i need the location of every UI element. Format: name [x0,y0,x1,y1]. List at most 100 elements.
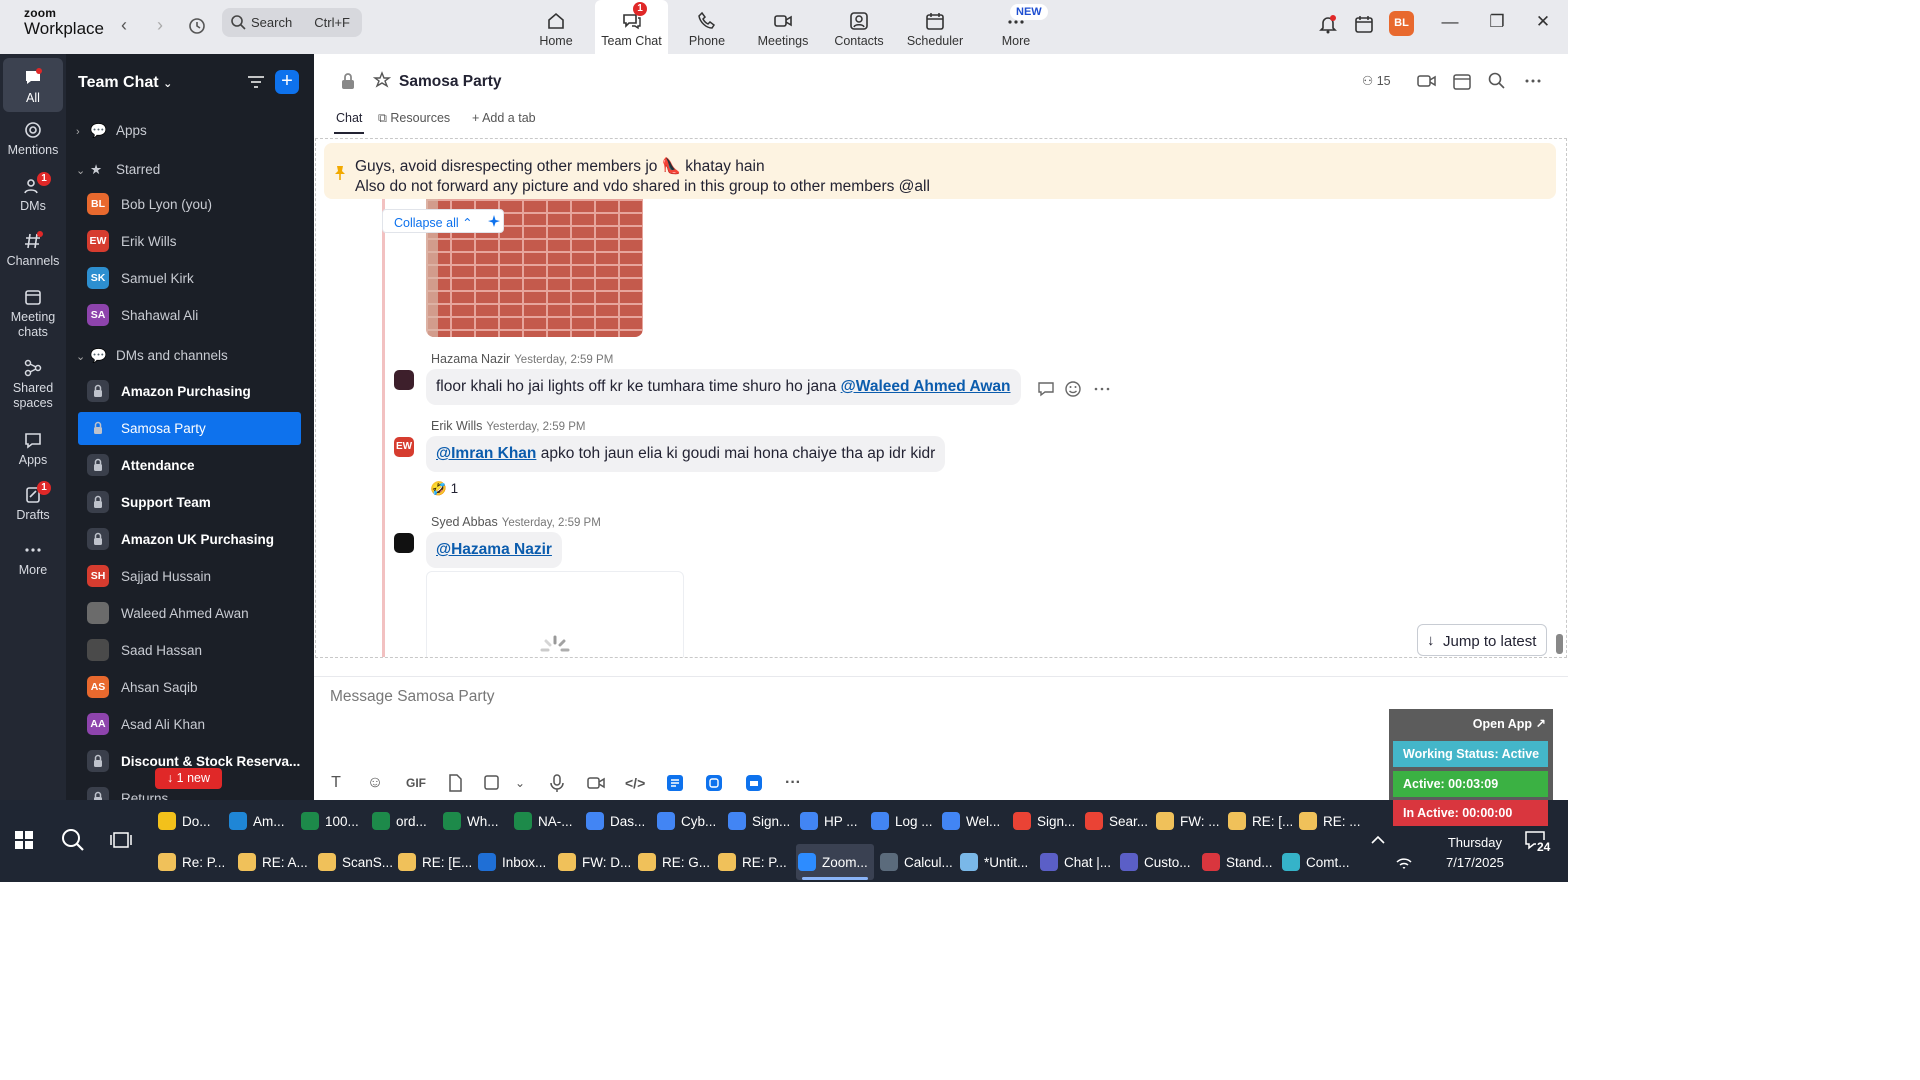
taskbar-item[interactable]: Stand... [1200,844,1276,880]
reply-icon[interactable] [1036,380,1056,398]
mention-link[interactable]: @Imran Khan [436,445,536,462]
avatar[interactable]: EW [394,437,414,457]
minimize-button[interactable]: — [1438,12,1462,32]
close-button[interactable]: ✕ [1531,12,1555,32]
mention-link[interactable]: @Hazama Nazir [436,541,552,558]
chevron-up-icon[interactable] [1370,833,1386,845]
user-avatar[interactable]: BL [1389,11,1414,36]
pinned-message[interactable]: Guys, avoid disrespecting other members … [324,143,1556,199]
taskbar-item[interactable]: RE: [... [1226,803,1293,839]
taskbar-item[interactable]: Custo... [1118,844,1196,880]
microphone-icon[interactable] [547,773,567,793]
taskbar-item[interactable]: Sign... [726,803,794,839]
taskbar-item[interactable]: Calcul... [878,844,954,880]
sidebar-item-channel[interactable]: Saad Hassan [78,634,301,667]
rail-item-more[interactable]: More [3,540,63,577]
taskbar-item[interactable]: FW: ... [1154,803,1222,839]
open-app-button[interactable]: Open App ↗ [1473,716,1546,731]
rail-item-dms[interactable]: DMs 1 [3,172,63,213]
sidebar-item-channel[interactable]: SH Sajjad Hussain [78,560,301,593]
collapse-all-button[interactable]: Collapse all ⌃ [382,209,504,233]
new-chat-button[interactable]: + [275,70,299,94]
wifi-icon[interactable] [1395,856,1413,872]
code-block-icon[interactable]: </> [625,773,645,793]
taskbar-item[interactable]: Das... [584,803,651,839]
section-starred[interactable]: ⌄ ★ Starred [76,162,160,178]
taskbar-item[interactable]: Wh... [441,803,508,839]
rail-item-channels[interactable]: Channels [3,231,63,268]
more-icon[interactable] [1093,380,1111,398]
rail-item-meeting-chats[interactable]: Meeting chats [3,287,63,340]
taskbar-item[interactable]: HP ... [798,803,865,839]
avatar[interactable] [394,533,414,553]
tab-contacts[interactable]: Contacts [832,0,886,54]
emoji-icon[interactable]: ☺ [365,773,385,793]
bell-icon[interactable] [1317,13,1339,35]
taskbar-item[interactable]: Sear... [1083,803,1150,839]
taskbar-item[interactable]: Am... [227,803,295,839]
tab-team-chat[interactable]: Team Chat 1 [595,0,668,54]
notification-center[interactable]: 24 [1524,830,1552,854]
tab-resources[interactable]: ⧉ Resources [378,111,450,126]
rail-item-drafts[interactable]: Drafts 1 [3,481,63,522]
tab-add[interactable]: + Add a tab [472,111,536,125]
calendar-status-icon[interactable] [1353,13,1375,35]
sidebar-item-channel[interactable]: Attendance [78,449,301,482]
task-view-icon[interactable] [110,829,132,851]
tab-scheduler[interactable]: Scheduler [906,0,964,54]
tab-chat[interactable]: Chat [333,111,365,134]
sidebar-item-channel[interactable]: Waleed Ahmed Awan [78,597,301,630]
chevron-down-icon[interactable]: ⌄ [510,773,530,793]
section-dms-and-channels[interactable]: ⌄ 💬 DMs and channels [76,348,228,364]
windows-start-icon[interactable] [14,830,34,850]
taskbar-item[interactable]: Comt... [1280,844,1356,880]
notes-app-icon[interactable] [665,773,685,793]
sidebar-item-channel[interactable]: AS Ahsan Saqib [78,671,301,704]
taskbar-item[interactable]: NA-... [512,803,580,839]
tab-meetings[interactable]: Meetings [755,0,811,54]
avatar[interactable] [394,370,414,390]
calendar-icon[interactable] [1452,71,1472,91]
message-input[interactable]: Message Samosa Party [330,688,495,706]
restore-button[interactable]: ❐ [1485,12,1509,32]
taskbar-item[interactable]: RE: G... [636,844,712,880]
taskbar-item[interactable]: RE: P... [716,844,792,880]
taskbar-item[interactable]: ord... [370,803,437,839]
message-composer[interactable]: Message Samosa Party T ☺ GIF ⌄ </> ··· [314,676,1568,800]
sidebar-item-starred[interactable]: EW Erik Wills [78,225,301,258]
search-icon[interactable] [1487,71,1507,91]
message-bubble[interactable]: floor khali ho jai lights off kr ke tumh… [426,369,1021,405]
sidebar-item-channel[interactable]: Samosa Party [78,412,301,445]
message-list[interactable]: Collapse all ⌃ Guys, avoid disrespecting… [315,138,1567,658]
jump-to-latest-button[interactable]: ↓ Jump to latest [1417,624,1547,656]
search-icon[interactable] [60,827,86,853]
taskbar-item[interactable]: *Untit... [958,844,1034,880]
new-messages-pill[interactable]: ↓ 1 new [155,768,222,789]
more-options-icon[interactable] [1523,71,1543,91]
taskbar-item[interactable]: Sign... [1011,803,1079,839]
video-message-icon[interactable] [586,773,606,793]
taskbar-item[interactable]: Re: P... [156,844,232,880]
sidebar-item-channel[interactable]: Support Team [78,486,301,519]
sidebar-item-channel[interactable]: AA Asad Ali Khan [78,708,301,741]
sidebar-title[interactable]: Team Chat ⌄ [78,74,172,92]
emoji-icon[interactable] [1064,380,1084,398]
tab-home[interactable]: Home [528,0,584,54]
section-apps[interactable]: › 💬 Apps [76,123,147,139]
taskbar-item[interactable]: RE: ... [1297,803,1365,839]
taskbar-item[interactable]: Chat |... [1038,844,1114,880]
member-count[interactable]: ⚇ 15 [1362,73,1391,88]
back-button[interactable]: ‹ [112,14,136,38]
system-clock[interactable]: Thursday 7/17/2025 [1446,833,1504,873]
taskbar-item[interactable]: Inbox... [476,844,552,880]
taskbar-item[interactable]: ScanS... [316,844,393,880]
clips-app-icon[interactable] [744,773,764,793]
screenshot-icon[interactable] [482,773,502,793]
message-bubble[interactable]: @Imran Khan apko toh jaun elia ki goudi … [426,436,946,472]
whiteboard-app-icon[interactable] [704,773,724,793]
scrollbar[interactable] [1556,634,1563,654]
rail-item-all[interactable]: All [3,58,63,112]
star-icon[interactable] [373,71,391,89]
file-icon[interactable] [445,773,465,793]
image-loading-box[interactable] [426,571,684,657]
